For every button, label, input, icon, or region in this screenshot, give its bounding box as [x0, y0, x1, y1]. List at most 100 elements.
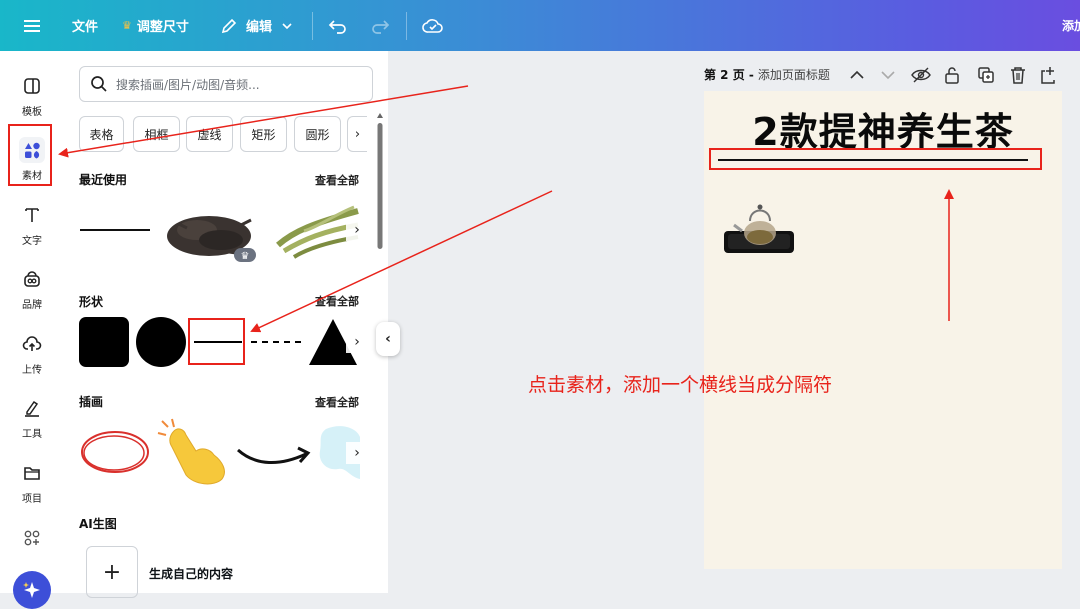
- file-menu-button[interactable]: 文件: [72, 0, 98, 51]
- rail-item-projects[interactable]: 项目: [7, 456, 57, 512]
- search-placeholder: 搜索插画/图片/动图/音频...: [116, 77, 260, 92]
- chip-rectangle[interactable]: 矩形: [240, 116, 287, 152]
- edit-label: 编辑: [246, 20, 273, 35]
- edit-menu-button[interactable]: 编辑: [220, 0, 294, 51]
- cloud-check-icon: [422, 18, 443, 33]
- chip-frame[interactable]: 相框: [133, 116, 180, 152]
- redo-button[interactable]: [370, 0, 390, 51]
- panel-scrollbar[interactable]: [376, 111, 384, 311]
- redo-icon: [372, 19, 390, 34]
- illustrations-section-title: 插画: [79, 395, 104, 409]
- chip-circle[interactable]: 圆形: [294, 116, 341, 152]
- shapes-see-all-link[interactable]: 查看全部: [315, 293, 359, 309]
- chip-table[interactable]: 表格: [79, 116, 124, 152]
- top-toolbar: 文件 ♛ 调整尺寸 编辑 添加: [0, 0, 1080, 51]
- chip-label: 圆形: [305, 127, 330, 142]
- annotation-box-canvas-line: [709, 148, 1042, 170]
- illustrations-see-all-link[interactable]: 查看全部: [315, 394, 359, 410]
- ai-assistant-button[interactable]: [13, 571, 51, 609]
- lock-icon[interactable]: [945, 67, 959, 84]
- chevron-right-icon: ›: [354, 126, 361, 142]
- undo-button[interactable]: [328, 0, 348, 51]
- rail-label: 上传: [22, 365, 42, 376]
- crown-icon: ♛: [122, 19, 132, 32]
- rail-item-tools[interactable]: 工具: [7, 391, 57, 447]
- chevron-up-icon[interactable]: [850, 70, 864, 79]
- plus-icon: +: [102, 559, 122, 585]
- brand-icon: [19, 266, 45, 292]
- rail-label: 项目: [22, 494, 42, 505]
- rail-item-apps[interactable]: [7, 521, 57, 577]
- chip-dashed-line[interactable]: 虚线: [186, 116, 233, 152]
- illustrations-next-button[interactable]: ›: [346, 442, 368, 464]
- chevron-left-icon: ‹: [385, 331, 391, 347]
- undo-icon: [328, 19, 346, 34]
- text-icon: [19, 202, 45, 228]
- square-shape[interactable]: [79, 317, 129, 367]
- hide-icon[interactable]: [911, 67, 931, 83]
- toolbar-divider: [406, 12, 407, 40]
- page-number-label: 第 2 页 -: [704, 67, 754, 82]
- add-page-icon[interactable]: [1041, 67, 1055, 84]
- pencil-icon: [221, 18, 237, 33]
- toolbar-divider: [312, 12, 313, 40]
- circle-shape[interactable]: [136, 317, 186, 367]
- recent-line-element[interactable]: [80, 229, 150, 231]
- pointing-hand-illustration[interactable]: [156, 417, 234, 487]
- rail-label: 模板: [22, 107, 42, 118]
- page-actions: [850, 67, 1055, 84]
- folder-icon: [19, 460, 45, 486]
- cloud-save-button[interactable]: [421, 0, 445, 51]
- chevron-down-icon: [282, 22, 292, 29]
- ai-section-title: AI生图: [79, 517, 117, 531]
- annotation-box-elements: [8, 124, 52, 186]
- menu-icon[interactable]: [22, 0, 42, 51]
- chip-label: 表格: [89, 127, 114, 142]
- file-menu-label: 文件: [72, 20, 99, 35]
- annotation-text: 点击素材，添加一个横线当成分隔符: [528, 374, 833, 396]
- template-icon: [19, 73, 45, 99]
- rail-item-text[interactable]: 文字: [7, 198, 57, 254]
- trash-icon[interactable]: [1011, 67, 1025, 84]
- ai-generate-button[interactable]: +: [86, 546, 138, 598]
- search-icon: [91, 76, 107, 92]
- recent-next-button[interactable]: ›: [346, 219, 368, 241]
- teapot-image[interactable]: [720, 201, 796, 261]
- chevron-down-icon[interactable]: [881, 71, 895, 80]
- chip-more[interactable]: ›: [347, 116, 367, 152]
- dashed-line-shape[interactable]: [251, 341, 301, 343]
- chevron-right-icon: ›: [354, 222, 360, 238]
- chip-label: 矩形: [251, 127, 276, 142]
- chip-label: 相框: [144, 127, 169, 142]
- recent-see-all-link[interactable]: 查看全部: [315, 172, 359, 188]
- chevron-right-icon: ›: [354, 445, 360, 461]
- add-page-title-button[interactable]: 添加页面标题: [758, 66, 830, 83]
- search-input[interactable]: 搜索插画/图片/动图/音频...: [79, 66, 373, 102]
- red-circle-illustration[interactable]: [79, 426, 151, 478]
- duplicate-icon[interactable]: [978, 67, 994, 83]
- sparkle-icon: [23, 582, 40, 598]
- recent-tea-leaves-image[interactable]: ♛: [159, 196, 259, 268]
- shapes-section-title: 形状: [79, 295, 104, 309]
- rail-item-upload[interactable]: 上传: [7, 327, 57, 383]
- annotation-box-line-shape: [188, 318, 245, 365]
- add-button[interactable]: 添加: [1062, 0, 1080, 51]
- chevron-right-icon: ›: [354, 334, 360, 350]
- resize-button[interactable]: ♛ 调整尺寸: [122, 0, 189, 51]
- rail-label: 文字: [22, 236, 42, 247]
- shapes-next-button[interactable]: ›: [346, 331, 368, 353]
- apps-icon: [19, 525, 45, 551]
- page-header: 第 2 页 - 添加页面标题: [704, 60, 830, 88]
- recent-section-title: 最近使用: [79, 173, 128, 187]
- add-label: 添加: [1062, 19, 1080, 33]
- rail-item-brand[interactable]: 品牌: [7, 262, 57, 318]
- chip-label: 虚线: [197, 127, 222, 142]
- collapse-panel-button[interactable]: ‹: [376, 322, 400, 356]
- curved-arrow-illustration[interactable]: [236, 436, 312, 472]
- tools-icon: [19, 395, 45, 421]
- resize-label: 调整尺寸: [136, 20, 189, 35]
- svg-text:♛: ♛: [241, 251, 250, 262]
- ai-generate-label[interactable]: 生成自己的内容: [149, 565, 233, 582]
- rail-item-template[interactable]: 模板: [7, 69, 57, 125]
- rail-label: 品牌: [22, 300, 42, 311]
